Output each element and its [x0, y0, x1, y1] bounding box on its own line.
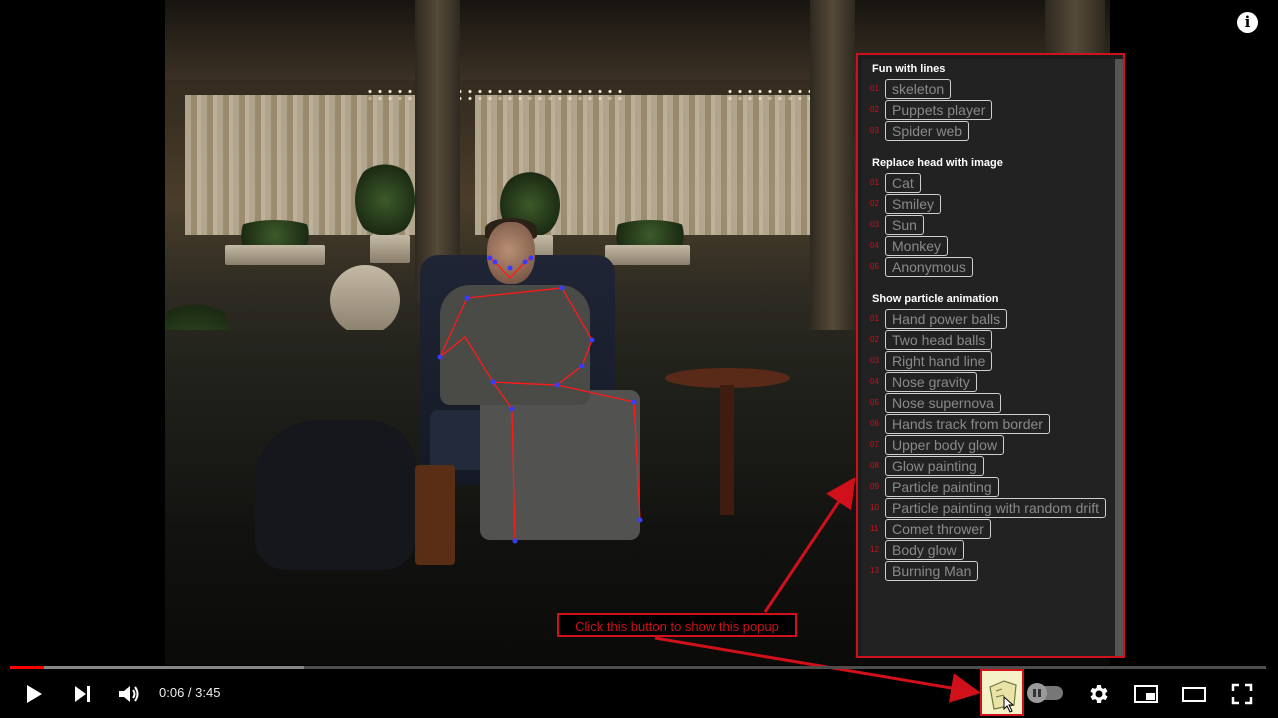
arrow-to-popup: [763, 477, 856, 613]
theater-icon: [1182, 687, 1206, 702]
play-button[interactable]: [19, 680, 47, 708]
volume-button[interactable]: [115, 680, 143, 708]
theater-mode-button[interactable]: [1180, 680, 1208, 708]
autoplay-toggle[interactable]: [1027, 683, 1063, 703]
progress-played: [10, 666, 44, 669]
gear-icon: [1090, 685, 1108, 703]
progress-buffered: [10, 666, 304, 669]
miniplayer-icon: [1134, 685, 1158, 703]
time-display: 0:06 / 3:45: [159, 685, 221, 700]
pose-effects-extension-button[interactable]: [980, 669, 1024, 716]
arrow-to-button: [654, 636, 981, 703]
miniplayer-button[interactable]: [1132, 680, 1160, 708]
fullscreen-icon: [1231, 683, 1253, 705]
next-icon: [75, 686, 90, 702]
annotation-callout: Click this button to show this popup: [557, 613, 797, 637]
annotation-arrows: [654, 477, 981, 703]
progress-bar[interactable]: [10, 666, 1266, 669]
fullscreen-button[interactable]: [1228, 680, 1256, 708]
volume-icon: [119, 686, 139, 702]
next-button[interactable]: [68, 680, 96, 708]
play-icon: [27, 685, 42, 703]
autoplay-knob: [1027, 683, 1047, 703]
settings-button[interactable]: [1084, 680, 1112, 708]
pause-icon: [1033, 689, 1041, 697]
hand-cursor-icon: [989, 680, 1017, 713]
video-player[interactable]: i Fun with lines 01 skeleton 02 Puppets play…: [0, 0, 1278, 718]
